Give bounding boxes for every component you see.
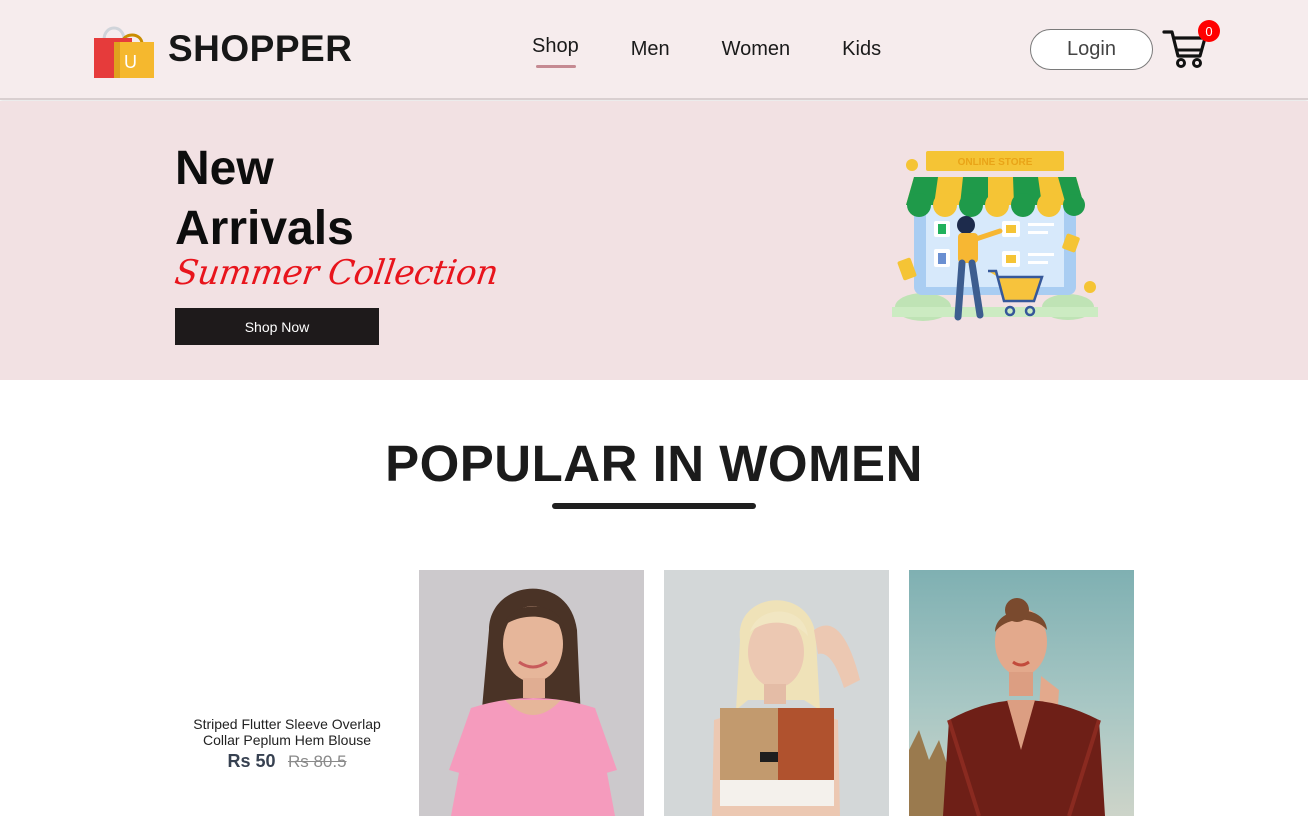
hero-banner: New Arrivals Summer Collection Shop Now …	[0, 101, 1308, 380]
product-image-red-wrap[interactable]	[909, 570, 1134, 816]
section-title: POPULAR IN WOMEN	[385, 435, 923, 492]
nav-item-women[interactable]: Women	[722, 38, 791, 61]
product-image-sports-bra[interactable]	[664, 570, 889, 816]
logo-letter: U	[124, 52, 137, 72]
product-image-pink-top[interactable]	[419, 570, 644, 816]
hero-title-line: Arrivals	[175, 202, 354, 255]
price-new: Rs 50	[227, 751, 276, 771]
hero-title: New Arrivals	[175, 139, 354, 259]
active-underline	[536, 65, 576, 68]
product-name: Striped Flutter Sleeve Overlap Collar Pe…	[193, 716, 381, 748]
nav-item-kids[interactable]: Kids	[842, 38, 881, 61]
nav-item-label: Women	[721, 38, 791, 60]
hero-subtitle: Summer Collection	[172, 253, 501, 293]
cart-count-badge: 0	[1198, 20, 1220, 42]
shop-now-button[interactable]: Shop Now	[175, 308, 379, 345]
navbar: U SHOPPER Shop Men Women Kids Login 0	[0, 0, 1308, 100]
nav-item-shop[interactable]: Shop	[532, 35, 579, 68]
nav-item-label: Kids	[842, 38, 882, 60]
store-sign-text: ONLINE STORE	[958, 157, 1033, 168]
brand[interactable]: U SHOPPER	[92, 20, 352, 78]
login-button[interactable]: Login	[1030, 29, 1153, 70]
main-menu: Shop Men Women Kids	[532, 35, 881, 68]
online-store-illustration: ONLINE STORE	[888, 147, 1102, 329]
brand-name: SHOPPER	[168, 28, 353, 69]
nav-item-label: Shop	[532, 35, 579, 57]
shopping-bags-icon: U	[92, 20, 154, 78]
cart-button[interactable]: 0	[1162, 20, 1220, 70]
hero-title-line: New	[175, 142, 274, 195]
nav-item-men[interactable]: Men	[631, 38, 670, 61]
price-old: Rs 80.5	[287, 752, 347, 771]
product-card-info[interactable]: Striped Flutter Sleeve Overlap Collar Pe…	[176, 716, 398, 772]
section-underline	[552, 503, 756, 509]
product-prices: Rs 50 Rs 80.5	[176, 751, 398, 772]
nav-item-label: Men	[630, 38, 670, 60]
